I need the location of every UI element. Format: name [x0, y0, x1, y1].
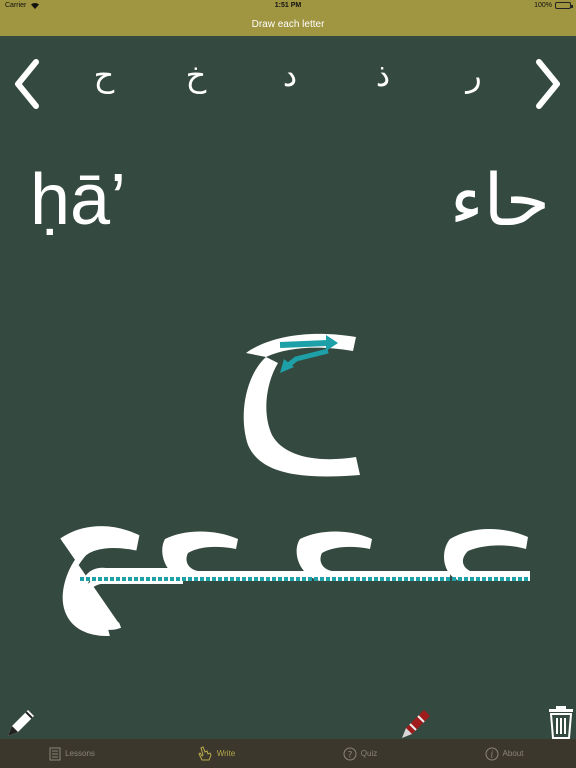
battery-icon	[555, 2, 573, 9]
svg-text:?: ?	[347, 750, 352, 760]
strip-letter-dhaal[interactable]: ذ	[363, 56, 403, 94]
tab-label: Write	[216, 749, 236, 758]
tab-lessons[interactable]: Lessons	[0, 739, 144, 768]
status-bar: Carrier 1:51 PM 100%	[0, 0, 576, 12]
svg-text:i: i	[490, 750, 493, 760]
page-title: Draw each letter	[251, 19, 325, 30]
tab-label: Lessons	[65, 749, 95, 758]
pencil-icon[interactable]	[2, 706, 38, 742]
main-letter-drawing[interactable]	[238, 325, 368, 485]
tab-quiz[interactable]: ? Quiz	[288, 739, 432, 768]
question-icon: ?	[343, 747, 357, 760]
strip-letter-khaa[interactable]: خ	[176, 56, 216, 94]
letter-transliteration: ḥā’	[30, 160, 127, 240]
letter-name-arabic: حاء	[449, 158, 550, 242]
tab-about[interactable]: i About	[432, 739, 576, 768]
tab-label: Quiz	[360, 749, 378, 758]
strip-letter-raa[interactable]: ر	[454, 56, 494, 94]
nav-bar: Draw each letter	[0, 12, 576, 36]
crayon-icon[interactable]	[398, 706, 434, 742]
hand-icon	[198, 745, 212, 760]
tab-write[interactable]: Write	[144, 739, 288, 768]
strip-letter-daal[interactable]: د	[270, 56, 310, 94]
status-time: 1:51 PM	[274, 2, 302, 9]
book-icon	[49, 747, 61, 760]
info-icon: i	[485, 747, 499, 760]
tab-bar: Lessons Write ? Quiz i About	[0, 739, 576, 768]
next-letter-button[interactable]	[533, 56, 563, 112]
trash-icon[interactable]	[543, 704, 576, 740]
strip-letter-haa[interactable]: ح	[84, 56, 124, 94]
previous-letter-button[interactable]	[12, 56, 42, 112]
letter-forms[interactable]	[50, 515, 540, 645]
tab-label: About	[502, 749, 524, 758]
battery-percent: 100%	[534, 2, 552, 9]
